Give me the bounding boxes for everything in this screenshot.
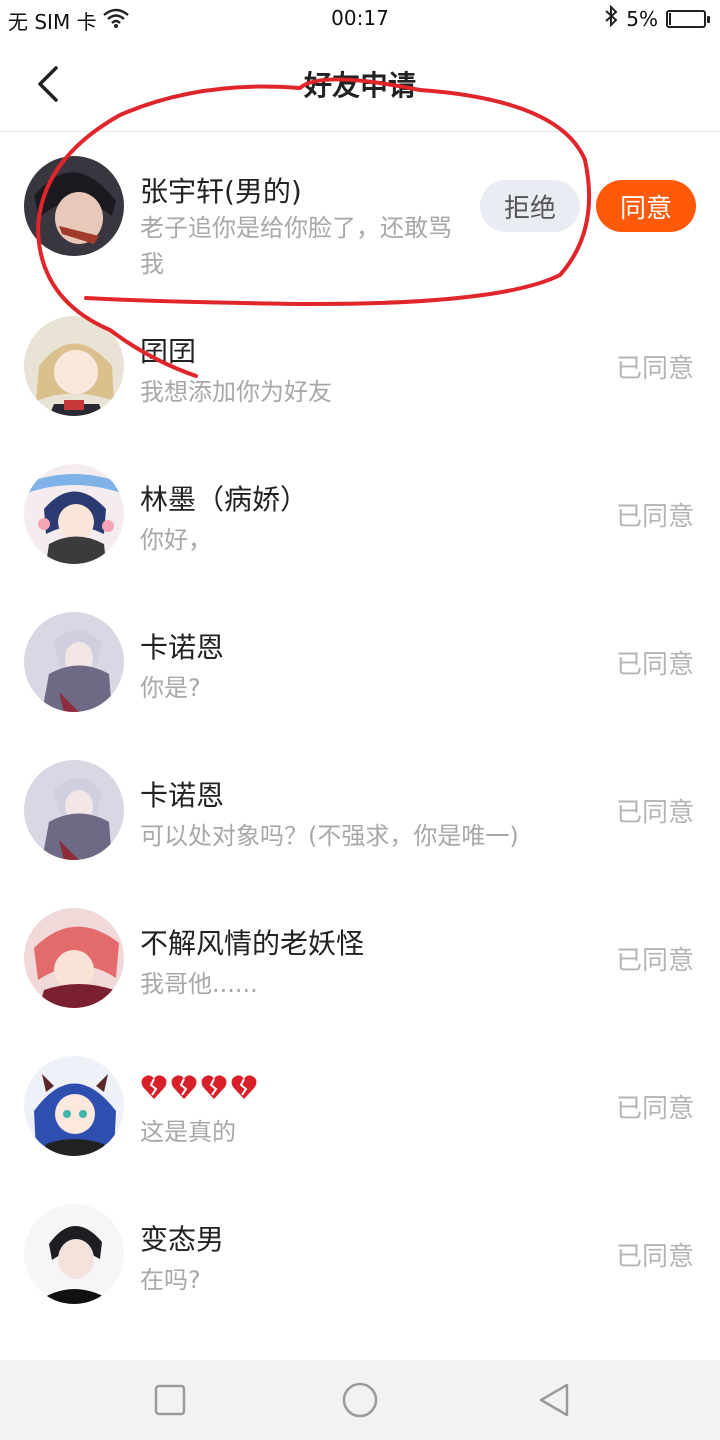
accepted-status: 已同意 <box>615 1094 694 1124</box>
accept-button[interactable]: 同意 <box>596 180 696 232</box>
accepted-status: 已同意 <box>615 1242 694 1272</box>
avatar[interactable] <box>24 612 124 712</box>
circle-icon[interactable] <box>340 1380 380 1420</box>
battery-level-fill <box>669 12 671 25</box>
reject-button[interactable]: 拒绝 <box>480 180 580 232</box>
requester-name: 不解风情的老妖怪 <box>140 927 365 960</box>
accepted-status: 已同意 <box>615 946 694 976</box>
avatar[interactable] <box>24 908 124 1008</box>
request-row: 变态男 在吗? 已同意 <box>0 1180 720 1328</box>
requester-name: 卡诺恩 <box>140 779 225 812</box>
status-right: 5% <box>604 4 710 32</box>
avatar[interactable] <box>24 760 124 860</box>
request-row: 这是真的 已同意 <box>0 1032 720 1180</box>
requester-name: 林墨（病娇） <box>140 483 309 516</box>
request-message: 在吗? <box>140 1266 201 1294</box>
battery-percent: 5% <box>626 6 658 31</box>
requester-name: 张宇轩(男的) <box>140 175 302 208</box>
avatar[interactable] <box>24 1056 124 1156</box>
request-row-pending: 张宇轩(男的) 老子追你是给你脸了，还敢骂我 拒绝 同意 <box>0 132 720 292</box>
requester-name: 卡诺恩 <box>140 631 225 664</box>
broken-heart-icon <box>141 1075 167 1099</box>
request-message: 可以处对象吗？(不强求，你是唯一) <box>140 822 519 850</box>
request-row: 不解风情的老妖怪 我哥他...... 已同意 <box>0 884 720 1032</box>
nav-bar: 好友申请 <box>0 38 720 132</box>
broken-hearts <box>140 1070 258 1104</box>
request-message: 你好， <box>140 526 212 554</box>
system-nav-bar <box>0 1360 720 1440</box>
accepted-status: 已同意 <box>615 798 694 828</box>
request-row: 林墨（病娇） 你好， 已同意 <box>0 440 720 588</box>
bluetooth-icon <box>604 4 618 32</box>
avatar[interactable] <box>24 464 124 564</box>
avatar[interactable] <box>24 1204 124 1304</box>
broken-heart-icon <box>171 1075 197 1099</box>
screen: 无 SIM 卡 00:17 5% 好友申请 张宇轩(男的) 老子追你是给你脸了，… <box>0 0 720 1440</box>
request-row: 卡诺恩 你是? 已同意 <box>0 588 720 736</box>
request-row: 卡诺恩 可以处对象吗？(不强求，你是唯一) 已同意 <box>0 736 720 884</box>
accepted-status: 已同意 <box>615 502 694 532</box>
request-message: 老子追你是给你脸了，还敢骂我 <box>140 214 452 278</box>
triangle-back-icon[interactable] <box>534 1380 574 1420</box>
broken-heart-icon <box>201 1075 227 1099</box>
avatar[interactable] <box>24 156 124 256</box>
requester-name: 囝囝 <box>140 335 197 368</box>
status-bar: 无 SIM 卡 00:17 5% <box>0 0 720 38</box>
battery-icon <box>666 9 710 28</box>
accepted-status: 已同意 <box>615 354 694 384</box>
avatar[interactable] <box>24 316 124 416</box>
broken-heart-icon <box>231 1075 257 1099</box>
page-title: 好友申请 <box>303 69 416 102</box>
request-message: 我哥他...... <box>140 970 258 998</box>
request-message: 我想添加你为好友 <box>140 378 332 406</box>
requester-name <box>140 1070 258 1104</box>
square-icon[interactable] <box>150 1380 190 1420</box>
accepted-status: 已同意 <box>615 650 694 680</box>
requester-name: 变态男 <box>140 1223 225 1256</box>
request-message: 这是真的 <box>140 1118 236 1146</box>
request-message: 你是? <box>140 674 201 702</box>
friend-request-list: 张宇轩(男的) 老子追你是给你脸了，还敢骂我 拒绝 同意 囝囝 我想添加你为好友… <box>0 132 720 1328</box>
request-row: 囝囝 我想添加你为好友 已同意 <box>0 292 720 440</box>
